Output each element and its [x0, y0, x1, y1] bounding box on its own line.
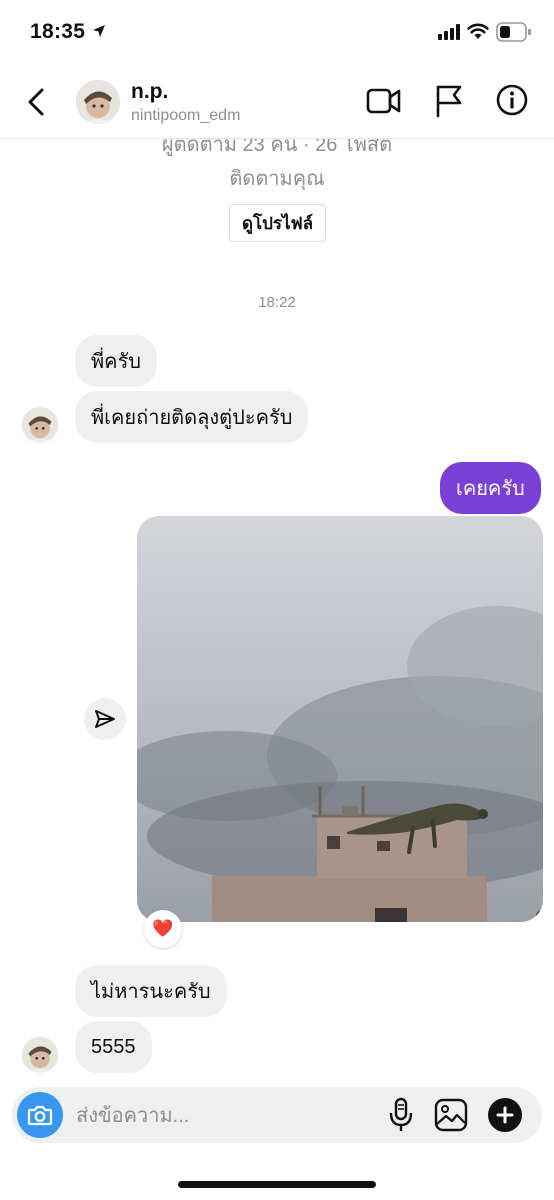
message-bubble-received[interactable]: พี่ครับ: [75, 335, 157, 387]
contact-name[interactable]: n.p.: [131, 80, 168, 104]
send-icon: [95, 710, 115, 728]
camera-icon: [27, 1105, 53, 1126]
info-icon[interactable]: [496, 84, 528, 116]
message-bubble-received[interactable]: 5555: [75, 1021, 152, 1073]
location-arrow-icon: [93, 25, 105, 37]
chat-header: n.p. nintipoom_edm: [0, 66, 554, 139]
home-indicator: [178, 1181, 376, 1188]
status-time: 18:35: [30, 20, 86, 43]
plus-button[interactable]: [488, 1098, 522, 1132]
message-timestamp: 18:22: [258, 294, 296, 311]
battery-icon: [496, 22, 531, 42]
microphone-icon[interactable]: [388, 1097, 414, 1133]
plus-icon: [496, 1106, 514, 1124]
heart-reaction[interactable]: ❤️: [144, 910, 182, 948]
flag-icon[interactable]: [434, 84, 464, 118]
back-chevron-icon[interactable]: [22, 84, 52, 120]
message-composer: [12, 1087, 542, 1143]
follows-you-text: ติดตามคุณ: [229, 168, 325, 190]
message-bubble-received[interactable]: พี่เคยถ่ายติดลุงตู่ปะครับ: [75, 391, 309, 443]
message-bubble-received[interactable]: ไม่หารนะครับ: [75, 965, 227, 1017]
share-button[interactable]: [84, 698, 126, 740]
signal-icon: [438, 24, 460, 40]
avatar[interactable]: [22, 1037, 58, 1073]
message-bubble-sent[interactable]: เคยครับ: [440, 462, 541, 514]
avatar[interactable]: [76, 80, 120, 124]
message-input[interactable]: [74, 1095, 378, 1137]
wifi-icon: [467, 23, 489, 39]
avatar[interactable]: [22, 407, 58, 443]
video-call-icon[interactable]: [366, 86, 402, 116]
view-profile-button[interactable]: ดูโปรไฟล์: [229, 204, 326, 242]
photo-message[interactable]: [137, 516, 543, 922]
contact-username[interactable]: nintipoom_edm: [131, 107, 240, 125]
status-bar: 18:35: [0, 0, 554, 66]
camera-button[interactable]: [17, 1092, 63, 1138]
gallery-icon[interactable]: [434, 1098, 468, 1132]
